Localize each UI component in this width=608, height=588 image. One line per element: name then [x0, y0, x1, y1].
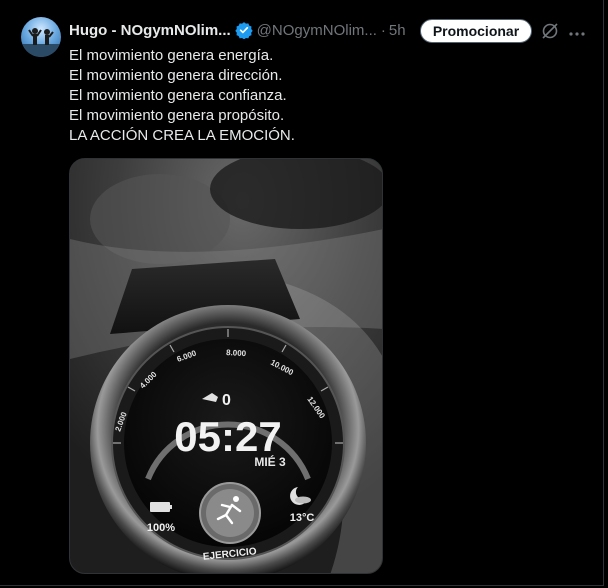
tweet-text: El movimiento genera energía. El movimie… — [69, 46, 569, 146]
handle[interactable]: @NOgymNOlim... — [257, 22, 377, 39]
watch-time: 05:27 — [174, 413, 281, 460]
steps-count: 0 — [222, 392, 231, 409]
promote-button[interactable]: Promocionar — [420, 19, 532, 43]
separator-dot: · — [380, 21, 386, 39]
temperature: 13°C — [290, 512, 315, 524]
more-icon[interactable] — [568, 26, 586, 36]
battery-icon — [150, 502, 172, 512]
timestamp[interactable]: 5h — [389, 22, 406, 39]
tweet-line: El movimiento genera energía. — [69, 47, 274, 64]
grok-icon[interactable] — [541, 22, 559, 40]
tweet-photo[interactable]: 2.000 4.000 6.000 8.000 10.000 12.000 0 … — [69, 158, 383, 574]
verified-badge-icon — [234, 21, 253, 40]
watch-date: MIÉ 3 — [254, 454, 286, 469]
tweet-line: El movimiento genera propósito. — [69, 107, 285, 124]
tweet-line: LA ACCIÓN CREA LA EMOCIÓN. — [69, 127, 295, 144]
tweet-line: El movimiento genera dirección. — [69, 67, 283, 84]
display-name[interactable]: Hugo - NOgymNOlim... — [69, 22, 231, 39]
avatar[interactable] — [21, 17, 61, 57]
tweet-line: El movimiento genera confianza. — [69, 87, 287, 104]
battery-level: 100% — [147, 522, 175, 534]
scale-label: 8.000 — [226, 348, 247, 358]
tweet-card[interactable]: Hugo - NOgymNOlim... @NOgymNOlim... · 5h… — [0, 0, 604, 586]
